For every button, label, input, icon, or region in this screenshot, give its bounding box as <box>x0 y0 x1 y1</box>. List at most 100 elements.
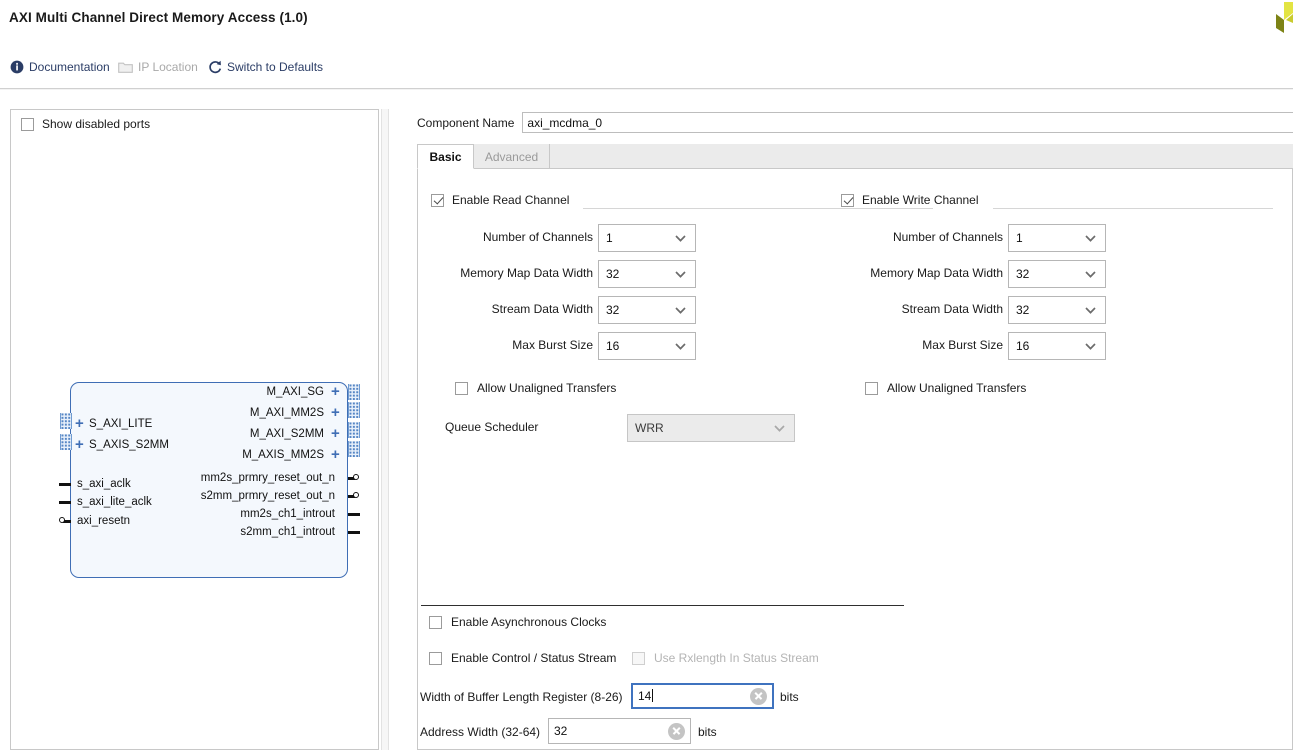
write-allow-unaligned-label: Allow Unaligned Transfers <box>887 381 1027 395</box>
port-label-mm2s-prmry-reset-out-n: mm2s_prmry_reset_out_n <box>200 472 335 484</box>
expand-icon-s-axis-s2mm[interactable]: + <box>75 437 84 452</box>
chevron-down-icon <box>1081 306 1105 314</box>
bus-stub-s-axi-lite <box>60 413 72 429</box>
read-stream-data-width-select[interactable]: 32 <box>598 296 696 324</box>
write-memory-map-data-width-label: Memory Map Data Width <box>870 266 1003 280</box>
read-number-of-channels-select[interactable]: 1 <box>598 224 696 252</box>
port-label-s-axi-aclk: s_axi_aclk <box>77 478 131 490</box>
pin-wire-s2mm-ch1-introut <box>348 531 360 534</box>
tab-basic[interactable]: Basic <box>417 144 474 169</box>
write-allow-unaligned-checkbox[interactable] <box>865 381 878 395</box>
enable-async-clocks-checkbox[interactable] <box>429 615 442 629</box>
read-max-burst-size-value: 16 <box>606 339 620 353</box>
port-label-s2mm-ch1-introut: s2mm_ch1_introut <box>240 526 335 538</box>
write-number-of-channels-label: Number of Channels <box>892 230 1003 244</box>
inverted-pin-bubble-s2mm-reset <box>353 492 359 498</box>
section-divider <box>421 605 904 606</box>
read-allow-unaligned-label: Allow Unaligned Transfers <box>477 381 617 395</box>
read-allow-unaligned-checkbox[interactable] <box>455 381 468 395</box>
tab-advanced-label: Advanced <box>484 149 539 164</box>
queue-scheduler-value: WRR <box>635 421 664 435</box>
enable-control-status-stream-row[interactable]: Enable Control / Status Stream <box>429 651 616 665</box>
switch-to-defaults-link[interactable]: Switch to Defaults <box>207 56 323 78</box>
pin-wire-mm2s-ch1-introut <box>348 513 360 516</box>
expand-icon-m-axi-sg[interactable]: + <box>331 384 340 399</box>
toolbar-links: Documentation IP Location Switch to Defa… <box>0 56 1293 86</box>
address-width-label: Address Width (32-64) <box>420 725 541 739</box>
info-icon <box>9 60 24 75</box>
show-disabled-ports-row[interactable]: Show disabled ports <box>21 117 150 131</box>
write-number-of-channels-select[interactable]: 1 <box>1008 224 1106 252</box>
write-allow-unaligned-row[interactable]: Allow Unaligned Transfers <box>865 381 1026 395</box>
ip-location-link[interactable]: IP Location <box>118 56 198 78</box>
inverted-pin-bubble-mm2s-reset <box>353 474 359 480</box>
use-rxlength-checkbox[interactable] <box>632 651 645 665</box>
folder-icon <box>118 60 133 75</box>
tab-advanced[interactable]: Advanced <box>474 144 550 169</box>
config-panel: Component Name Basic Advanced Enable Rea… <box>390 105 1293 750</box>
write-max-burst-size-value: 16 <box>1016 339 1030 353</box>
tab-panel-basic: Enable Read Channel Number of Channels 1… <box>417 169 1293 750</box>
read-max-burst-size-label: Max Burst Size <box>512 338 593 352</box>
read-number-of-channels-label: Number of Channels <box>482 230 593 244</box>
enable-write-channel-row[interactable]: Enable Write Channel <box>841 193 979 207</box>
component-name-label: Component Name <box>417 115 515 130</box>
enable-async-clocks-label: Enable Asynchronous Clocks <box>451 615 607 629</box>
read-max-burst-size-select[interactable]: 16 <box>598 332 696 360</box>
use-rxlength-label: Use Rxlength In Status Stream <box>654 651 819 665</box>
enable-read-channel-checkbox[interactable] <box>431 193 444 207</box>
address-width-input[interactable]: 32 <box>548 718 691 744</box>
expand-icon-m-axis-mm2s[interactable]: + <box>331 447 340 462</box>
address-width-value: 32 <box>554 724 568 738</box>
port-label-s-axis-s2mm: S_AXIS_S2MM <box>89 439 169 451</box>
header-divider-light <box>0 89 1293 90</box>
read-allow-unaligned-row[interactable]: Allow Unaligned Transfers <box>455 381 616 395</box>
chevron-down-icon <box>671 234 695 242</box>
diagram-panel: Show disabled ports + S_AXI_LITE + S_AXI… <box>10 109 379 750</box>
read-memory-map-data-width-select[interactable]: 32 <box>598 260 696 288</box>
chevron-down-icon <box>671 342 695 350</box>
refresh-icon <box>207 60 222 75</box>
read-memory-map-data-width-label: Memory Map Data Width <box>460 266 593 280</box>
clear-icon[interactable] <box>750 687 767 705</box>
port-label-m-axi-s2mm: M_AXI_S2MM <box>249 428 324 440</box>
port-label-axi-resetn: axi_resetn <box>77 515 131 527</box>
write-memory-map-data-width-select[interactable]: 32 <box>1008 260 1106 288</box>
queue-scheduler-label: Queue Scheduler <box>445 420 539 434</box>
tab-basic-label: Basic <box>429 149 462 164</box>
read-stream-data-width-label: Stream Data Width <box>491 302 593 316</box>
expand-icon-m-axi-mm2s[interactable]: + <box>331 405 340 420</box>
write-max-burst-size-label: Max Burst Size <box>922 338 1003 352</box>
enable-async-clocks-row[interactable]: Enable Asynchronous Clocks <box>429 615 606 629</box>
use-rxlength-row[interactable]: Use Rxlength In Status Stream <box>632 651 819 665</box>
show-disabled-ports-checkbox[interactable] <box>21 117 34 131</box>
bus-stub-m-axi-mm2s <box>348 402 360 418</box>
bus-stub-s-axis-s2mm <box>60 434 72 450</box>
write-max-burst-size-select[interactable]: 16 <box>1008 332 1106 360</box>
enable-read-channel-row[interactable]: Enable Read Channel <box>431 193 569 207</box>
bus-stub-m-axi-sg <box>348 384 360 400</box>
pin-wire-s-axi-lite-aclk <box>59 501 71 504</box>
port-label-m-axis-mm2s: M_AXIS_MM2S <box>242 449 324 461</box>
bus-stub-m-axi-s2mm <box>348 422 360 438</box>
ip-location-link-label: IP Location <box>138 60 198 74</box>
clear-icon[interactable] <box>668 722 685 740</box>
read-channel-rule <box>583 208 933 209</box>
read-stream-data-width-value: 32 <box>606 303 620 317</box>
buffer-length-value: 14 <box>633 689 750 703</box>
expand-icon-m-axi-s2mm[interactable]: + <box>331 426 340 441</box>
write-number-of-channels-value: 1 <box>1016 231 1023 245</box>
port-label-m-axi-sg: M_AXI_SG <box>266 386 324 398</box>
buffer-length-input[interactable]: 14 <box>631 683 774 709</box>
component-name-input[interactable] <box>522 112 1293 133</box>
expand-icon-s-axi-lite[interactable]: + <box>75 416 84 431</box>
write-stream-data-width-select[interactable]: 32 <box>1008 296 1106 324</box>
chevron-down-icon <box>770 424 794 432</box>
panel-splitter[interactable] <box>381 109 389 750</box>
enable-control-status-stream-checkbox[interactable] <box>429 651 442 665</box>
bus-stub-m-axis-mm2s <box>348 441 360 457</box>
chevron-down-icon <box>1081 270 1105 278</box>
enable-write-channel-checkbox[interactable] <box>841 193 854 207</box>
queue-scheduler-select[interactable]: WRR <box>627 414 795 442</box>
documentation-link[interactable]: Documentation <box>9 56 110 78</box>
